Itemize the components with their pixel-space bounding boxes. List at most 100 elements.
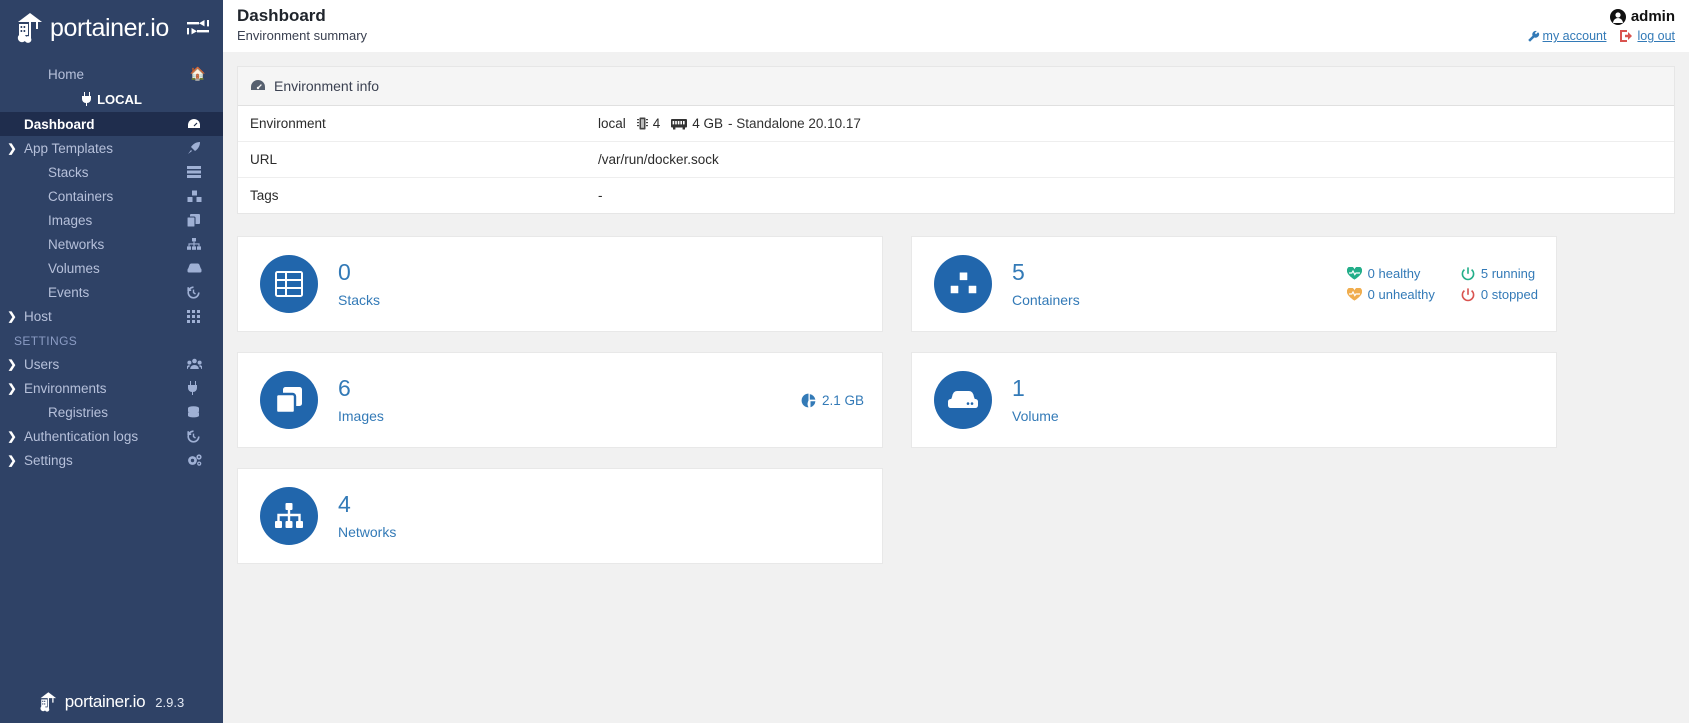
footer-brand-name: portainer.io bbox=[64, 692, 146, 711]
history-icon bbox=[187, 429, 209, 443]
environment-badge-label: LOCAL bbox=[97, 91, 142, 107]
database-icon bbox=[187, 405, 209, 419]
volumes-label: Volume bbox=[1012, 407, 1059, 424]
sidebar-item-environments[interactable]: ❯ Environments bbox=[0, 376, 223, 400]
log-out-link[interactable]: log out bbox=[1620, 29, 1675, 43]
sidebar-item-label: Events bbox=[48, 284, 90, 300]
sidebar-item-events[interactable]: Events bbox=[0, 280, 223, 304]
heartbeat-icon bbox=[1346, 267, 1362, 280]
images-icon bbox=[260, 371, 318, 429]
sidebar-item-users[interactable]: ❯ Users bbox=[0, 352, 223, 376]
containers-info: 5 Containers bbox=[1012, 260, 1080, 308]
networks-icon bbox=[187, 238, 209, 250]
plug-icon bbox=[187, 381, 209, 395]
page-title: Dashboard bbox=[237, 6, 326, 25]
plug-icon bbox=[81, 92, 92, 106]
dashboard-icon bbox=[187, 118, 209, 131]
chevron-right-icon[interactable]: ❯ bbox=[0, 142, 24, 155]
user-links: my account log out bbox=[1527, 29, 1675, 43]
images-size: 2.1 GB bbox=[801, 393, 864, 408]
sidebar-item-label: Networks bbox=[48, 236, 105, 252]
row-value: local 4 4 GB - Standalone 20.10.17 bbox=[598, 116, 861, 131]
table-row: Tags - bbox=[238, 178, 1674, 213]
chevron-right-icon[interactable]: ❯ bbox=[0, 454, 24, 467]
power-icon bbox=[1461, 266, 1475, 281]
rocket-icon bbox=[187, 141, 209, 155]
sidebar-item-settings[interactable]: ❯ Settings bbox=[0, 448, 223, 472]
memory-icon bbox=[671, 118, 688, 130]
sidebar-item-images[interactable]: Images bbox=[0, 208, 223, 232]
sidebar-item-label: Users bbox=[24, 356, 60, 372]
volume-icon bbox=[187, 263, 209, 273]
environment-info-title: Environment info bbox=[274, 78, 380, 94]
sidebar-item-authentication-logs[interactable]: ❯ Authentication logs bbox=[0, 424, 223, 448]
dashboard-icon bbox=[250, 79, 266, 93]
my-account-link[interactable]: my account bbox=[1527, 29, 1607, 43]
widget-grid: 0 Stacks 6 Images 2.1 GB 4 Networks 5 Co… bbox=[237, 236, 1675, 564]
images-icon bbox=[187, 213, 209, 227]
user-block: admin my account log out bbox=[1527, 6, 1675, 43]
sidebar-item-label: Dashboard bbox=[24, 116, 95, 132]
chevron-right-icon[interactable]: ❯ bbox=[0, 382, 24, 395]
sidebar: portainer.io Home 🏠 LOCAL Dashboard ❯ Ap… bbox=[0, 0, 223, 723]
sidebar-item-stacks[interactable]: Stacks bbox=[0, 160, 223, 184]
containers-unhealthy: 0 unhealthy bbox=[1346, 287, 1435, 302]
sidebar-item-home[interactable]: Home 🏠 bbox=[0, 62, 223, 86]
images-label: Images bbox=[338, 407, 384, 424]
sidebar-item-app-templates[interactable]: ❯ App Templates bbox=[0, 136, 223, 160]
user-circle-icon bbox=[1609, 8, 1626, 25]
my-account-label: my account bbox=[1542, 29, 1607, 43]
current-user: admin bbox=[1527, 8, 1675, 25]
chevron-right-icon[interactable]: ❯ bbox=[0, 358, 24, 371]
containers-card[interactable]: 5 Containers 0 healthy 0 unhealthy 5 run… bbox=[911, 236, 1557, 332]
networks-card[interactable]: 4 Networks bbox=[237, 468, 883, 564]
sidebar-item-label: Authentication logs bbox=[24, 428, 139, 444]
containers-running: 5 running bbox=[1461, 266, 1538, 281]
environment-suffix: - Standalone 20.10.17 bbox=[728, 116, 861, 131]
volumes-count: 1 bbox=[1012, 374, 1025, 401]
sidebar-item-volumes[interactable]: Volumes bbox=[0, 256, 223, 280]
containers-unhealthy-label: 0 unhealthy bbox=[1367, 287, 1435, 302]
sidebar-item-networks[interactable]: Networks bbox=[0, 232, 223, 256]
sidebar-item-label: Volumes bbox=[48, 260, 100, 276]
containers-status: 0 healthy 0 unhealthy 5 running 0 stoppe… bbox=[1346, 266, 1538, 302]
cpu-count: 4 bbox=[652, 116, 661, 131]
pie-chart-icon bbox=[801, 393, 816, 408]
volumes-card[interactable]: 1 Volume bbox=[911, 352, 1557, 448]
sidebar-item-label: Containers bbox=[48, 188, 114, 204]
networks-info: 4 Networks bbox=[338, 492, 396, 540]
table-row: Environment local 4 4 GB - Standalone 20… bbox=[238, 106, 1674, 142]
collapse-sidebar-icon[interactable] bbox=[187, 20, 209, 36]
heartbeat-icon bbox=[1346, 288, 1362, 301]
history-icon bbox=[187, 285, 209, 299]
users-icon bbox=[187, 358, 209, 370]
brand-name: portainer.io bbox=[50, 13, 169, 42]
stacks-card[interactable]: 0 Stacks bbox=[237, 236, 883, 332]
row-value: /var/run/docker.sock bbox=[598, 152, 719, 167]
networks-icon bbox=[260, 487, 318, 545]
sidebar-item-host[interactable]: ❯ Host bbox=[0, 304, 223, 328]
sidebar-section-settings: SETTINGS bbox=[14, 334, 78, 348]
containers-icon bbox=[187, 190, 209, 203]
environment-info-header: Environment info bbox=[238, 67, 1674, 106]
sign-out-icon bbox=[1620, 30, 1634, 42]
grid-icon bbox=[187, 309, 209, 323]
widget-column-left: 0 Stacks 6 Images 2.1 GB 4 Networks bbox=[237, 236, 883, 564]
memory-size: 4 GB bbox=[692, 116, 724, 131]
home-icon: 🏠 bbox=[189, 66, 207, 81]
portainer-app: portainer.io Home 🏠 LOCAL Dashboard ❯ Ap… bbox=[0, 0, 1689, 723]
stacks-count: 0 bbox=[338, 258, 351, 285]
containers-stopped-label: 0 stopped bbox=[1480, 287, 1538, 302]
chevron-right-icon[interactable]: ❯ bbox=[0, 310, 24, 323]
chevron-right-icon[interactable]: ❯ bbox=[0, 430, 24, 443]
images-size-label: 2.1 GB bbox=[821, 392, 864, 408]
containers-label: Containers bbox=[1012, 291, 1080, 308]
sidebar-item-registries[interactable]: Registries bbox=[0, 400, 223, 424]
sidebar-item-containers[interactable]: Containers bbox=[0, 184, 223, 208]
sidebar-item-label: Stacks bbox=[48, 164, 89, 180]
main-area: Dashboard Environment summary admin my a… bbox=[223, 0, 1689, 723]
wrench-icon bbox=[1527, 30, 1540, 43]
images-card[interactable]: 6 Images 2.1 GB bbox=[237, 352, 883, 448]
sidebar-item-dashboard[interactable]: Dashboard bbox=[0, 112, 223, 136]
containers-stopped: 0 stopped bbox=[1461, 287, 1538, 302]
